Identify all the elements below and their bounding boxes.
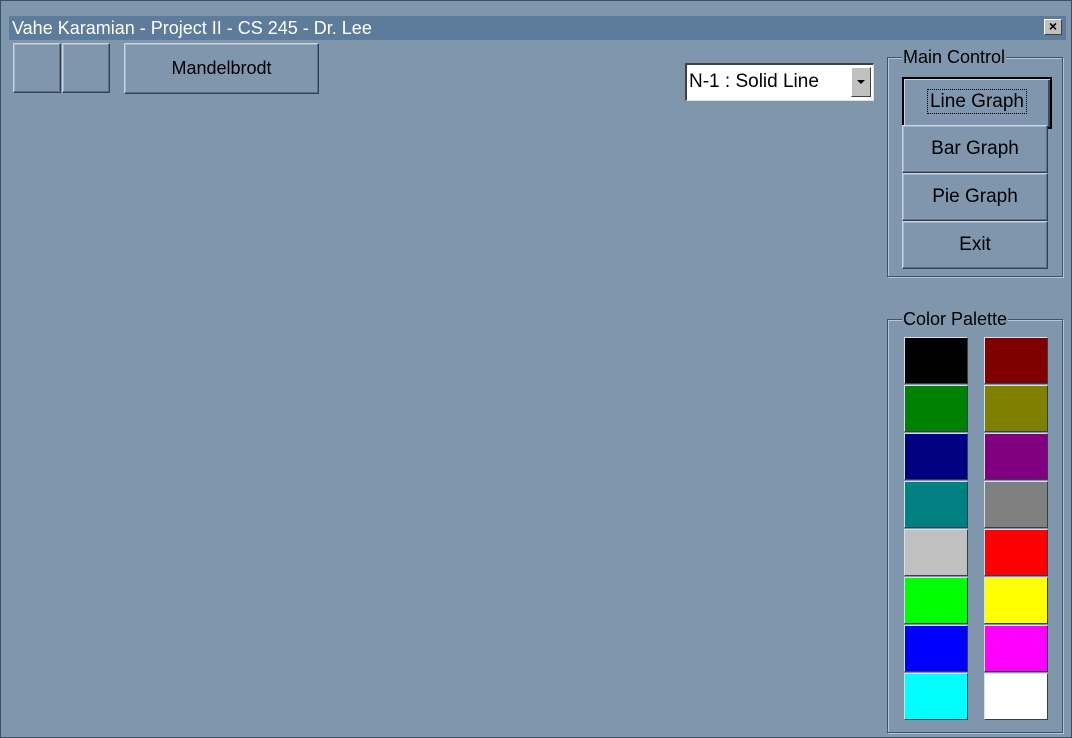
color-swatch-right-4[interactable] <box>984 481 1048 528</box>
color-swatch-left-4[interactable] <box>904 481 968 528</box>
color-swatch-left-5[interactable] <box>904 529 968 576</box>
title-bar[interactable]: Vahe Karamian - Project II - CS 245 - Dr… <box>9 16 1066 40</box>
color-swatch-right-5[interactable] <box>984 529 1048 576</box>
color-palette-group: Color Palette <box>887 308 1063 733</box>
line-graph-button[interactable]: Line Graph <box>902 77 1052 129</box>
color-swatch-right-8[interactable] <box>984 673 1048 720</box>
color-swatch-left-1[interactable] <box>904 337 968 384</box>
color-swatch-left-6[interactable] <box>904 577 968 624</box>
line-graph-label: Line Graph <box>926 89 1028 114</box>
toolbar-slot-1[interactable] <box>13 43 61 93</box>
pie-graph-button[interactable]: Pie Graph <box>902 173 1048 221</box>
toolbar-slot-2[interactable] <box>62 43 110 93</box>
app-window: Vahe Karamian - Project II - CS 245 - Dr… <box>0 0 1072 738</box>
color-swatch-left-7[interactable] <box>904 625 968 672</box>
close-icon: × <box>1048 18 1058 34</box>
exit-button[interactable]: Exit <box>902 221 1048 269</box>
color-swatch-right-2[interactable] <box>984 385 1048 432</box>
color-swatch-left-2[interactable] <box>904 385 968 432</box>
close-button[interactable]: × <box>1044 19 1062 35</box>
main-control-group: Main Control Line Graph Bar Graph Pie Gr… <box>887 46 1063 277</box>
line-style-dropdown[interactable]: N-1 : Solid Line <box>685 63 874 101</box>
chevron-down-icon[interactable] <box>851 67 871 97</box>
window-title: Vahe Karamian - Project II - CS 245 - Dr… <box>12 18 372 38</box>
mandelbrot-button[interactable]: Mandelbrodt <box>124 43 319 94</box>
color-swatch-right-7[interactable] <box>984 625 1048 672</box>
color-palette-title: Color Palette <box>902 308 1009 330</box>
color-swatch-right-1[interactable] <box>984 337 1048 384</box>
line-style-value: N-1 : Solid Line <box>689 71 819 92</box>
bar-graph-button[interactable]: Bar Graph <box>902 125 1048 173</box>
color-swatch-right-3[interactable] <box>984 433 1048 480</box>
color-swatch-left-8[interactable] <box>904 673 968 720</box>
color-swatch-right-6[interactable] <box>984 577 1048 624</box>
main-control-title: Main Control <box>902 46 1007 68</box>
color-swatch-left-3[interactable] <box>904 433 968 480</box>
